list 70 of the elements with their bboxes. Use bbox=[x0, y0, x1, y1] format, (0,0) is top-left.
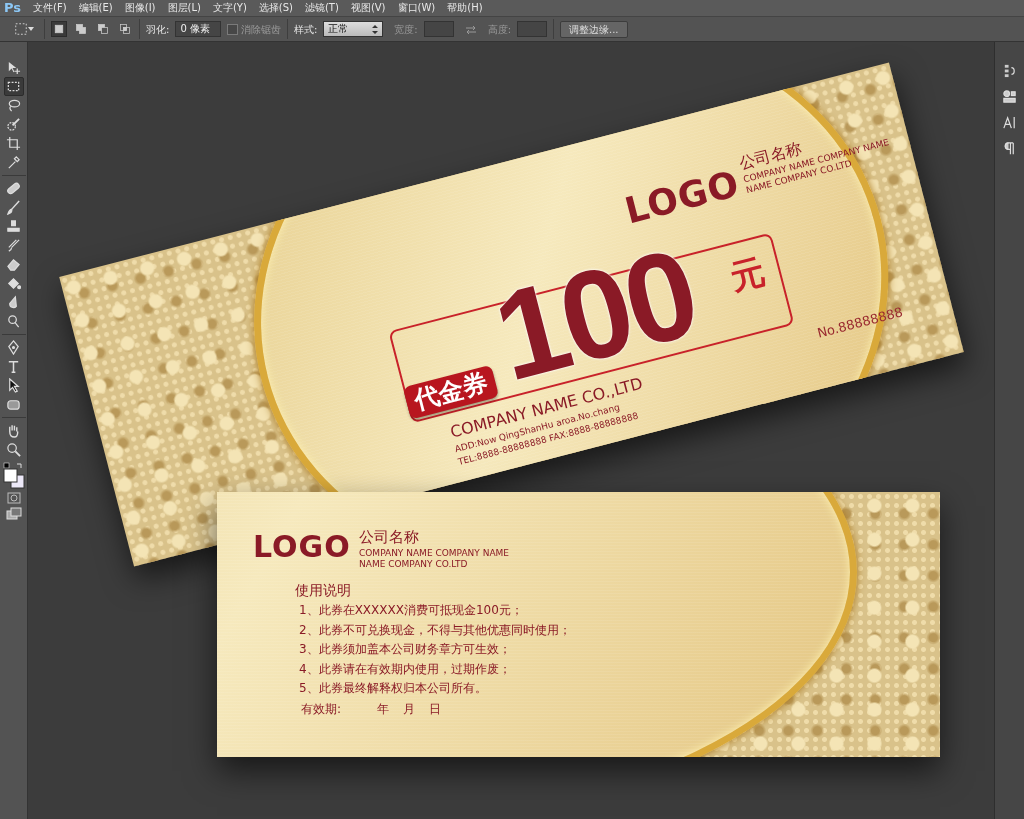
crop-icon bbox=[6, 136, 21, 151]
selection-mode-button[interactable] bbox=[73, 21, 89, 37]
date-year-label: 年 bbox=[377, 703, 389, 717]
history-brush-icon bbox=[6, 238, 21, 253]
width-field[interactable] bbox=[423, 21, 454, 37]
date-day-label: 日 bbox=[429, 703, 441, 717]
hand-icon bbox=[6, 423, 21, 438]
refine-edge-button[interactable]: 调整边缘... bbox=[560, 20, 628, 38]
stamp-icon bbox=[6, 219, 21, 234]
style-dropdown[interactable]: 正常 bbox=[323, 21, 384, 37]
marquee-icon bbox=[14, 22, 28, 36]
selection-mode-button[interactable] bbox=[95, 21, 111, 37]
brush-icon bbox=[6, 200, 21, 215]
instruction-line: 5、此券最终解释权归本公司所有。 bbox=[299, 682, 487, 696]
selection-mode-button[interactable] bbox=[51, 21, 67, 37]
quick-select-brush-icon bbox=[6, 117, 21, 132]
color-swatches-icon[interactable] bbox=[2, 461, 25, 490]
company-name-english: NAME COMPANY CO.LTD bbox=[359, 559, 468, 570]
bandage-icon bbox=[6, 181, 21, 196]
width-label: 宽度: bbox=[394, 22, 418, 37]
menu-item[interactable]: 文字(Y) bbox=[206, 0, 253, 16]
menu-item[interactable]: 图层(L) bbox=[161, 0, 207, 16]
dropdown-arrows-icon bbox=[372, 24, 379, 34]
company-name-english: COMPANY NAME COMPANY NAME bbox=[359, 548, 509, 559]
company-logo: LOGO bbox=[253, 530, 351, 565]
instruction-line: 3、此券须加盖本公司财务章方可生效； bbox=[299, 643, 511, 657]
quick-mask-icon[interactable] bbox=[6, 492, 21, 504]
menu-item[interactable]: 编辑(E) bbox=[72, 0, 119, 16]
pen-icon bbox=[6, 340, 21, 355]
paint-bucket-icon bbox=[6, 276, 21, 291]
screen-mode-icon[interactable] bbox=[5, 506, 22, 521]
instruction-line: 4、此券请在有效期内使用，过期作废； bbox=[299, 662, 511, 677]
company-name: 公司名称 bbox=[359, 529, 419, 547]
instruction-line: 2、此券不可兑换现金，不得与其他优惠同时使用； bbox=[299, 623, 571, 638]
menu-item[interactable]: 窗口(W) bbox=[391, 0, 442, 16]
menu-item[interactable]: 视图(V) bbox=[344, 0, 392, 16]
selection-mode-button[interactable] bbox=[117, 21, 133, 37]
lasso-icon bbox=[6, 98, 21, 113]
swap-icon[interactable] bbox=[464, 24, 477, 35]
move-icon bbox=[6, 60, 21, 75]
eraser-icon bbox=[6, 257, 21, 272]
height-field[interactable] bbox=[517, 21, 547, 37]
antialias-label: 消除锯齿 bbox=[240, 22, 281, 37]
caret-icon bbox=[28, 26, 34, 32]
height-label: 高度: bbox=[487, 22, 511, 37]
currency-unit: 元 bbox=[726, 251, 769, 298]
arrow-cursor-icon bbox=[6, 378, 21, 393]
type-icon bbox=[6, 359, 21, 374]
history-panel-icon bbox=[1002, 62, 1017, 78]
validity-label: 有效期: bbox=[301, 703, 342, 717]
eyedropper-icon bbox=[6, 155, 21, 170]
app-logo: Ps bbox=[3, 0, 23, 16]
menu-item[interactable]: 滤镜(T) bbox=[298, 0, 345, 16]
character-panel-icon bbox=[1002, 114, 1017, 130]
zoom-icon bbox=[6, 442, 21, 457]
menu-item[interactable]: 文件(F) bbox=[27, 0, 73, 16]
menu-item[interactable]: 帮助(H) bbox=[441, 0, 489, 16]
style-label: 样式: bbox=[293, 22, 318, 37]
instruction-line: 1、此券在XXXXXX消费可抵现金100元； bbox=[299, 604, 523, 618]
rounded-rectangle-icon bbox=[6, 397, 21, 412]
marquee-icon bbox=[6, 79, 21, 94]
paragraph-panel-icon bbox=[1002, 140, 1017, 156]
menu-item[interactable]: 图像(I) bbox=[118, 0, 162, 16]
feather-label: 羽化: bbox=[146, 22, 170, 37]
menu-item[interactable]: 选择(S) bbox=[252, 0, 299, 16]
feather-field[interactable]: 0 像素 bbox=[175, 21, 222, 37]
properties-panel-icon bbox=[1002, 88, 1017, 104]
date-month-label: 月 bbox=[403, 703, 415, 717]
tool-button[interactable] bbox=[3, 77, 24, 96]
instructions-title: 使用说明 bbox=[295, 582, 351, 599]
